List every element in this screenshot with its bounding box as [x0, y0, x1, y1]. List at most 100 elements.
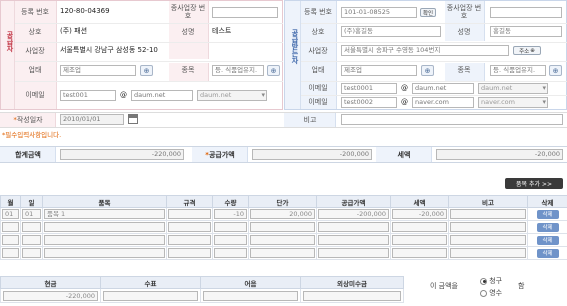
search-icon: ⊕	[424, 66, 431, 75]
month-input[interactable]	[2, 235, 19, 245]
issue-date-label: * 작성일자	[13, 116, 43, 124]
col-spec: 규격	[166, 195, 213, 208]
supplier-biz-item-input[interactable]: 등. 식품업유지.	[212, 65, 264, 76]
receiver-email-id-input[interactable]: test0001	[341, 83, 397, 94]
receiver-sub-biz-input[interactable]	[490, 7, 562, 18]
receiver-confirm-button[interactable]: 확인	[420, 8, 436, 17]
receiver-email-domain-input[interactable]: daum.net	[412, 83, 474, 94]
delete-button[interactable]: 삭제	[536, 248, 559, 258]
receiver-reg-no-input[interactable]: 101-01-08525	[341, 7, 417, 18]
supplier-biz-type-input[interactable]: 제조업	[60, 65, 136, 76]
tax-input[interactable]	[392, 235, 447, 245]
supply-label-text: 공급가액	[208, 150, 235, 159]
supplier-email-domain-select[interactable]: daum.net	[197, 90, 267, 101]
spec-input[interactable]	[168, 222, 211, 232]
check-input[interactable]	[103, 290, 198, 301]
price-input[interactable]	[250, 235, 315, 245]
supply-input[interactable]	[318, 235, 389, 245]
supplier-email-id-input[interactable]: test001	[60, 90, 116, 101]
month-input[interactable]: 01	[2, 209, 19, 219]
col-credit: 외상미수금	[300, 276, 404, 289]
spec-input[interactable]	[168, 209, 211, 219]
note-input[interactable]	[450, 209, 526, 219]
item-input[interactable]	[44, 235, 165, 245]
receiver-company-label: 상호	[311, 28, 325, 36]
table-row: 삭제	[0, 220, 567, 234]
item-input[interactable]: 품목 1	[44, 209, 165, 219]
tax-input[interactable]: -20,000	[392, 209, 447, 219]
receiver-address-input[interactable]: 서울특별시 송파구 수영동 104번지	[341, 45, 509, 56]
col-supply: 공급가액	[316, 195, 391, 208]
receiver-email-domain-select[interactable]: daum.net	[478, 83, 548, 94]
receiver-email2-id-input[interactable]: test0002	[341, 97, 397, 108]
supply-amount-input[interactable]: -200,000	[252, 149, 372, 160]
receiver-biz-type-search-button[interactable]: ⊕	[421, 65, 434, 76]
cash-input[interactable]: -220,000	[3, 290, 98, 301]
supplier-biz-type-search-button[interactable]: ⊕	[140, 65, 153, 76]
month-input[interactable]	[2, 248, 19, 258]
calendar-icon[interactable]	[128, 114, 138, 124]
supplier-biz-item-label: 종목	[181, 66, 195, 74]
tax-input[interactable]	[392, 248, 447, 258]
supply-input[interactable]	[318, 222, 389, 232]
receiver-name-input[interactable]: 홍길동	[490, 26, 562, 37]
day-input[interactable]	[22, 222, 41, 232]
add-item-button[interactable]: 품목 추가 >>	[505, 178, 563, 189]
receiver-company-input[interactable]: (주)홍길동	[341, 26, 441, 37]
delete-button[interactable]: 삭제	[536, 209, 559, 219]
issue-date-input[interactable]: 2010/01/01	[60, 114, 124, 125]
receipt-radio[interactable]: 영수	[480, 289, 502, 298]
receiver-email-at: @	[401, 84, 408, 92]
supplier-sub-biz-input[interactable]	[212, 7, 278, 18]
day-input[interactable]	[22, 235, 41, 245]
radio-icon	[480, 289, 487, 297]
search-icon: ⊕	[552, 66, 559, 75]
receiver-biz-item-input[interactable]: 등. 식품업유지.	[490, 65, 546, 76]
total-amount-label: 합계금액	[15, 150, 41, 159]
month-input[interactable]	[2, 222, 19, 232]
payment-table: 현금 수표 어음 외상미수금 -220,000	[0, 276, 404, 303]
delete-button[interactable]: 삭제	[536, 222, 559, 232]
supplier-sub-biz-label: 종사업장 번호	[170, 4, 206, 20]
items-table: 월 일 품목 규격 수량 단가 공급가액 세액 비고 삭제 01 01 품목 1…	[0, 195, 567, 260]
note-input[interactable]	[450, 235, 526, 245]
payment-header-row: 현금 수표 어음 외상미수금	[0, 276, 404, 289]
item-input[interactable]	[44, 248, 165, 258]
receiver-address-button[interactable]: 주소 ⊕	[513, 46, 541, 55]
credit-input[interactable]	[303, 290, 401, 301]
receiver-biz-item-search-button[interactable]: ⊕	[549, 65, 562, 76]
qty-input[interactable]: -10	[214, 209, 247, 219]
supplier-email-domain-input[interactable]: daum.net	[131, 90, 193, 101]
receiver-reg-no-label: 등록 번호	[304, 8, 332, 16]
total-amount-input[interactable]: -220,000	[60, 149, 184, 160]
issue-note-input[interactable]	[341, 114, 563, 125]
bill-input[interactable]	[203, 290, 298, 301]
qty-input[interactable]	[214, 248, 247, 258]
tax-amount-input[interactable]: -20,000	[436, 149, 563, 160]
supplier-side-label: 공급자	[6, 31, 14, 52]
receiver-biz-type-input[interactable]: 제조업	[341, 65, 417, 76]
day-input[interactable]: 01	[22, 209, 41, 219]
qty-input[interactable]	[214, 222, 247, 232]
item-input[interactable]	[44, 222, 165, 232]
supply-input[interactable]	[318, 248, 389, 258]
qty-input[interactable]	[214, 235, 247, 245]
day-input[interactable]	[22, 248, 41, 258]
price-input[interactable]: 20,000	[250, 209, 315, 219]
spec-input[interactable]	[168, 248, 211, 258]
tax-input[interactable]	[392, 222, 447, 232]
supplier-biz-item-search-button[interactable]: ⊕	[267, 65, 280, 76]
receiver-email2-domain-select[interactable]: naver.com	[478, 97, 548, 108]
price-input[interactable]	[250, 222, 315, 232]
delete-button[interactable]: 삭제	[536, 235, 559, 245]
supply-input[interactable]: -200,000	[318, 209, 389, 219]
payment-amount-label: 이 금액을	[430, 282, 458, 290]
spec-input[interactable]	[168, 235, 211, 245]
price-input[interactable]	[250, 248, 315, 258]
issue-note-label: 비고	[303, 116, 317, 124]
receiver-email2-domain-input[interactable]: naver.com	[412, 97, 474, 108]
note-input[interactable]	[450, 248, 526, 258]
claim-radio[interactable]: 청구	[480, 277, 502, 286]
payment-suffix: 함	[518, 282, 525, 290]
note-input[interactable]	[450, 222, 526, 232]
